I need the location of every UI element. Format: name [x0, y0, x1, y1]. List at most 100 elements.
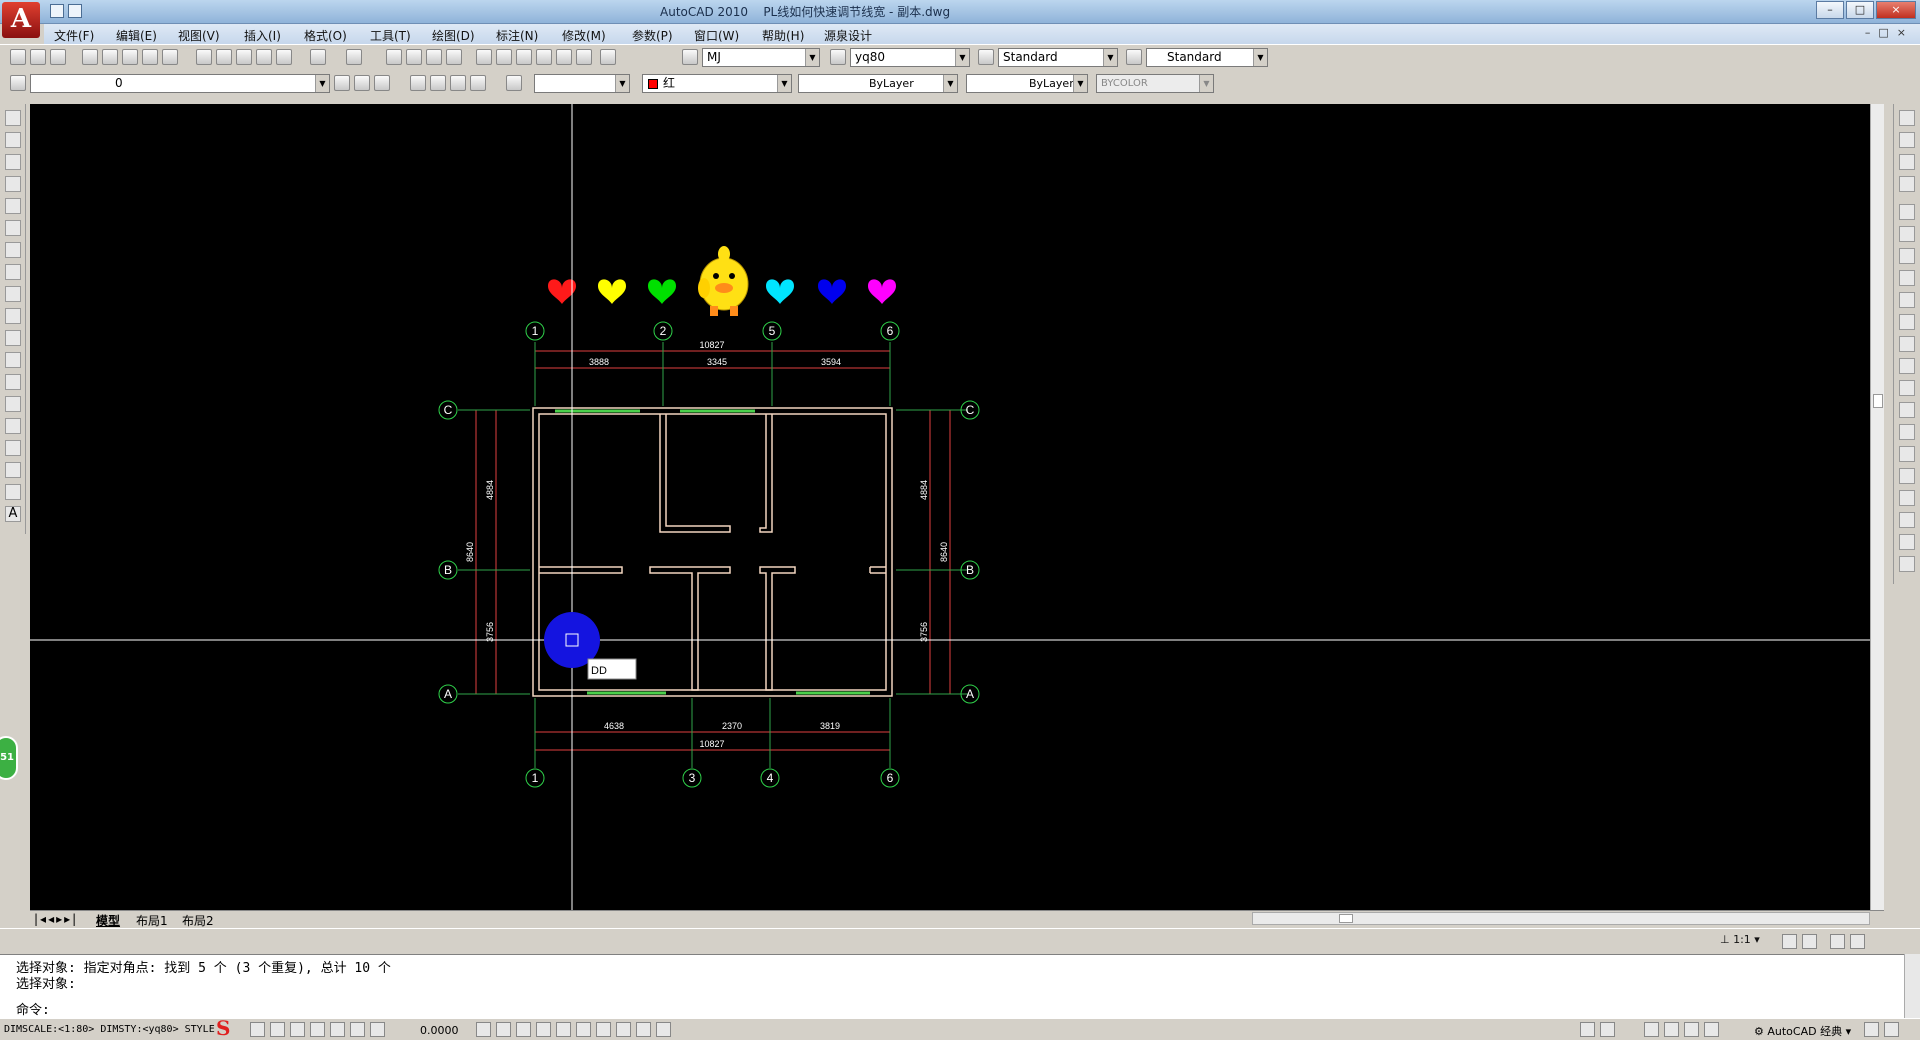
layer-iso-icon[interactable] [410, 75, 426, 91]
preview-icon[interactable] [102, 49, 118, 65]
ime-voice-icon[interactable] [310, 1022, 325, 1037]
menu-modify[interactable]: 修改(M) [562, 27, 606, 44]
undo-icon[interactable] [310, 49, 326, 65]
auto-scale-icon[interactable] [1802, 934, 1817, 949]
menu-dimension[interactable]: 标注(N) [496, 27, 538, 44]
scale-icon[interactable] [1899, 358, 1915, 374]
layer-lock-icon[interactable] [470, 75, 486, 91]
draworder-back-icon[interactable] [1899, 132, 1915, 148]
dim-style-icon[interactable] [830, 49, 846, 65]
menu-view[interactable]: 视图(V) [178, 27, 220, 44]
etransmit-icon[interactable] [162, 49, 178, 65]
drawing-canvas[interactable]: 1 2 5 6 1 3 4 6 C B A C B A 10827 3888 3… [30, 104, 1870, 910]
zoom-status-icon[interactable] [1664, 1022, 1679, 1037]
annotation-visibility-icon[interactable] [1782, 934, 1797, 949]
point-icon[interactable] [5, 396, 21, 412]
menu-insert[interactable]: 插入(I) [244, 27, 281, 44]
rectangle-icon[interactable] [5, 198, 21, 214]
break-icon[interactable] [1899, 468, 1915, 484]
layer-off-icon[interactable] [430, 75, 446, 91]
multileader-style-select[interactable]: Standard ▼ [1146, 48, 1268, 67]
layer-walk-icon[interactable] [506, 75, 522, 91]
chamfer-icon[interactable] [1899, 512, 1915, 528]
horizontal-scrollbar[interactable] [1252, 912, 1870, 925]
trim-icon[interactable] [1899, 402, 1915, 418]
pan-status-icon[interactable] [1644, 1022, 1659, 1037]
layer-previous-icon[interactable] [354, 75, 370, 91]
copy-icon[interactable] [216, 49, 232, 65]
break-at-point-icon[interactable] [1899, 446, 1915, 462]
quickcalc-icon[interactable] [576, 49, 592, 65]
dynamic-input-icon[interactable] [616, 1022, 631, 1037]
properties-icon[interactable] [476, 49, 492, 65]
arc-icon[interactable] [5, 220, 21, 236]
polar-tracking-icon[interactable] [536, 1022, 551, 1037]
gradient-icon[interactable] [5, 440, 21, 456]
menu-format[interactable]: 格式(O) [304, 27, 347, 44]
quick-view-layouts-icon[interactable] [1600, 1022, 1615, 1037]
plotstyle-select[interactable]: BYCOLOR ▼ [1096, 74, 1214, 93]
dim-style-select[interactable]: yq80 ▼ [850, 48, 970, 67]
rotate-icon[interactable] [1899, 336, 1915, 352]
command-scrollbar[interactable] [1904, 954, 1920, 1018]
steering-wheel-icon[interactable] [1684, 1022, 1699, 1037]
revcloud-icon[interactable] [5, 264, 21, 280]
polyline-icon[interactable] [5, 154, 21, 170]
menu-window[interactable]: 窗口(W) [694, 27, 739, 44]
table-style-select[interactable]: Standard ▼ [998, 48, 1118, 67]
menu-draw[interactable]: 绘图(D) [432, 27, 475, 44]
stretch-icon[interactable] [1899, 380, 1915, 396]
join-icon[interactable] [1899, 490, 1915, 506]
zoom-realtime-icon[interactable] [406, 49, 422, 65]
hatch-icon[interactable] [5, 418, 21, 434]
lock-icon[interactable] [1864, 1022, 1879, 1037]
layer-freeze-icon[interactable] [450, 75, 466, 91]
open-file-icon[interactable] [68, 4, 82, 18]
extend-icon[interactable] [1899, 424, 1915, 440]
menu-parametric[interactable]: 参数(P) [632, 27, 673, 44]
help-icon[interactable] [600, 49, 616, 65]
command-window[interactable]: 选择对象: 指定对角点: 找到 5 个 (3 个重复), 总计 10 个 选择对… [0, 954, 1904, 1018]
insert-block-icon[interactable] [5, 352, 21, 368]
dynamic-input-box[interactable]: DD [587, 658, 637, 680]
autocad-logo-icon[interactable]: A [2, 2, 40, 38]
draworder-under-icon[interactable] [1899, 176, 1915, 192]
lineweight-select[interactable]: ByLayer ▼ [966, 74, 1088, 93]
blank-select[interactable]: ▼ [534, 74, 630, 93]
layer-states-icon[interactable] [374, 75, 390, 91]
horizontal-scroll-thumb[interactable] [1339, 914, 1353, 923]
ellipse-arc-icon[interactable] [5, 330, 21, 346]
polygon-icon[interactable] [5, 176, 21, 192]
spline-icon[interactable] [5, 286, 21, 302]
object-snap-tracking-icon[interactable] [576, 1022, 591, 1037]
zoom-window-icon[interactable] [426, 49, 442, 65]
ortho-mode-icon[interactable] [516, 1022, 531, 1037]
ime-punct-icon[interactable] [270, 1022, 285, 1037]
3d-dwf-icon[interactable] [142, 49, 158, 65]
match-properties-icon[interactable] [276, 49, 292, 65]
ellipse-icon[interactable] [5, 308, 21, 324]
make-current-icon[interactable] [334, 75, 350, 91]
quick-properties-icon[interactable] [656, 1022, 671, 1037]
paste-icon[interactable] [236, 49, 252, 65]
fillet-icon[interactable] [1899, 534, 1915, 550]
floating-badge[interactable]: 51 [0, 736, 18, 780]
object-snap-icon[interactable] [556, 1022, 571, 1037]
color-select[interactable]: 红 ▼ [642, 74, 792, 93]
menu-tools[interactable]: 工具(T) [370, 27, 411, 44]
grid-display-icon[interactable] [496, 1022, 511, 1037]
text-style-select[interactable]: MJ ▼ [702, 48, 820, 67]
lineweight-toggle-icon[interactable] [636, 1022, 651, 1037]
text-style-icon[interactable] [682, 49, 698, 65]
ime-skin-icon[interactable] [350, 1022, 365, 1037]
close-button[interactable]: × [1876, 1, 1916, 19]
draworder-above-icon[interactable] [1899, 154, 1915, 170]
dynamic-input-text[interactable]: DD [591, 665, 607, 677]
plot-icon[interactable] [82, 49, 98, 65]
array-icon[interactable] [1899, 292, 1915, 308]
menu-help[interactable]: 帮助(H) [762, 27, 804, 44]
circle-icon[interactable] [5, 242, 21, 258]
tab-nav-arrows[interactable]: |◂◂▸▸| [34, 912, 78, 926]
minimize-button[interactable]: – [1816, 1, 1844, 19]
cad-drawing[interactable]: 1 2 5 6 1 3 4 6 C B A C B A 10827 3888 3… [30, 104, 1870, 910]
